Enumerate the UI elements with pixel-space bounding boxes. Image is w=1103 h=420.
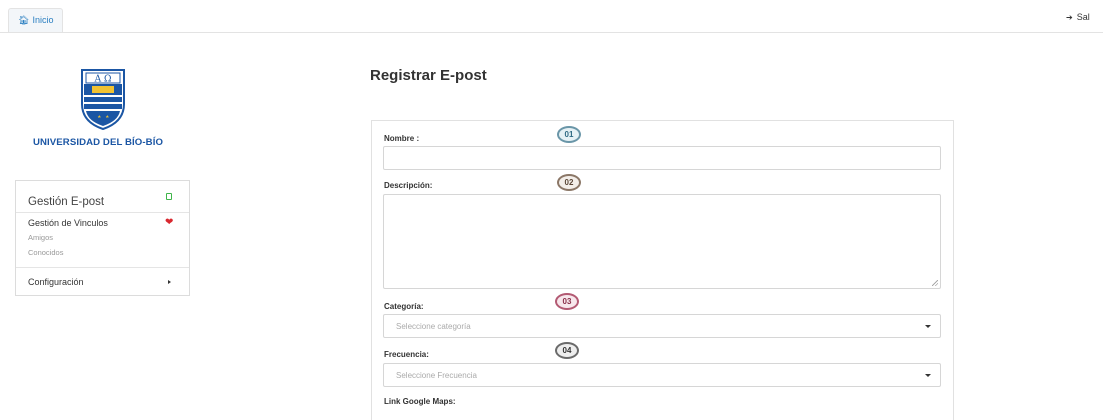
categoria-placeholder: Seleccione categoría <box>396 322 471 331</box>
field-label-link-google-maps: Link Google Maps: <box>384 397 456 406</box>
chevron-down-icon <box>925 325 931 328</box>
battery-icon <box>166 193 172 200</box>
university-name: UNIVERSIDAD DEL BÍO-BÍO <box>32 137 164 148</box>
university-logo: A Ω <box>81 69 125 130</box>
menu-divider <box>16 267 189 268</box>
step-badge-02: 02 <box>557 174 581 191</box>
nombre-input[interactable] <box>383 146 941 170</box>
menu-title: Gestión E-post <box>28 196 105 208</box>
field-label-frecuencia: Frecuencia: <box>384 350 429 359</box>
sidebar-menu: Gestión E-post Gestión de Vinculos ❤ Ami… <box>15 180 190 296</box>
descripcion-textarea[interactable] <box>383 194 941 289</box>
sidebar-subitem-conocidos[interactable]: Conocidos <box>28 248 63 257</box>
step-badge-01: 01 <box>557 126 581 143</box>
sidebar-item-gestion-vinculos[interactable]: Gestión de Vinculos <box>28 218 108 228</box>
logout-link[interactable]: ➔ Sal <box>1066 12 1090 22</box>
logo-letters: A Ω <box>94 75 112 85</box>
menu-divider <box>16 212 189 213</box>
top-bar: 🏠︎ Inicio ➔ Sal <box>0 0 1103 33</box>
frecuencia-placeholder: Seleccione Frecuencia <box>396 371 477 380</box>
tab-inicio-label: Inicio <box>32 15 54 25</box>
heart-icon: ❤ <box>165 217 174 228</box>
logout-label: Sal <box>1076 12 1090 22</box>
sidebar-item-configuracion[interactable]: Configuración <box>28 277 84 287</box>
categoria-select[interactable]: Seleccione categoría <box>383 314 941 338</box>
home-icon: 🏠︎ <box>18 15 30 25</box>
tab-inicio[interactable]: 🏠︎ Inicio <box>8 8 64 32</box>
sign-out-icon: ➔ <box>1066 13 1073 22</box>
field-label-descripcion: Descripción: <box>384 181 433 190</box>
step-badge-04: 04 <box>555 342 579 359</box>
resize-handle-icon[interactable] <box>932 280 938 286</box>
field-label-nombre: Nombre : <box>384 134 420 143</box>
page-title: Registrar E-post <box>370 67 487 84</box>
step-badge-03: 03 <box>555 293 579 310</box>
sidebar-subitem-amigos[interactable]: Amigos <box>28 233 53 242</box>
field-label-categoria: Categoría: <box>384 302 424 311</box>
caret-right-icon <box>168 280 171 284</box>
chevron-down-icon <box>925 374 931 377</box>
frecuencia-select[interactable]: Seleccione Frecuencia <box>383 363 941 387</box>
